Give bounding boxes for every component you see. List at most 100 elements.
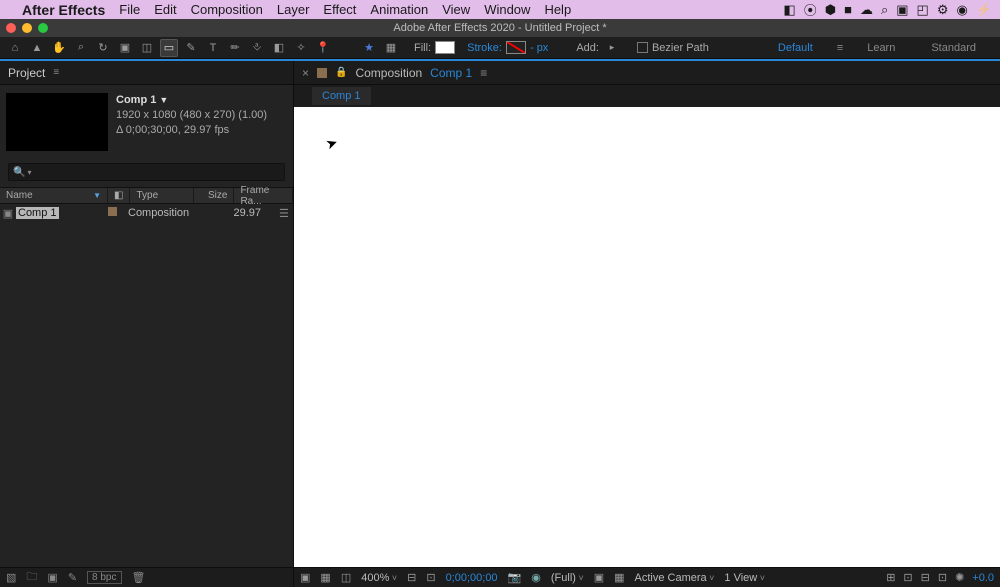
tray-icon[interactable]: ⦿: [804, 0, 817, 19]
resolution-icon[interactable]: ⊟: [407, 571, 416, 584]
stroke-swatch[interactable]: [506, 41, 526, 54]
comp-thumbnail[interactable]: [6, 93, 108, 151]
tray-icon[interactable]: ▣: [896, 2, 908, 18]
bpc-button[interactable]: 8 bpc: [87, 571, 121, 584]
interpret-icon[interactable]: ▧: [6, 571, 16, 584]
camera-tool-icon[interactable]: ▣: [116, 39, 134, 57]
col-framerate[interactable]: Frame Ra...: [234, 188, 293, 203]
comp-flowchart-icon[interactable]: ⊡: [938, 571, 947, 584]
project-row[interactable]: ▣ Comp 1 Composition 29.97 ☰: [0, 204, 293, 222]
workspace-standard[interactable]: Standard: [913, 38, 994, 58]
current-time[interactable]: 0;00;00;00: [446, 572, 498, 584]
stroke-label[interactable]: Stroke:: [467, 42, 502, 54]
roi-icon[interactable]: ⊡: [426, 571, 435, 584]
row-label-swatch[interactable]: [108, 207, 117, 216]
rectangle-tool-icon[interactable]: ▭: [160, 39, 178, 57]
tray-icon[interactable]: ⚙: [937, 2, 949, 18]
menu-animation[interactable]: Animation: [370, 2, 428, 17]
reset-exposure-icon[interactable]: ✺: [955, 571, 964, 584]
menu-effect[interactable]: Effect: [323, 2, 356, 17]
adjust-icon[interactable]: ✎: [68, 571, 77, 584]
menu-edit[interactable]: Edit: [154, 2, 176, 17]
menu-help[interactable]: Help: [544, 2, 571, 17]
eraser-tool-icon[interactable]: ◧: [270, 39, 288, 57]
exposure-value[interactable]: +0.0: [972, 572, 994, 584]
menu-file[interactable]: File: [119, 2, 140, 17]
comp-dropdown-icon[interactable]: ▼: [159, 95, 168, 105]
row-name[interactable]: Comp 1: [16, 207, 59, 219]
always-preview-icon[interactable]: ▣: [300, 571, 310, 584]
breadcrumb-item[interactable]: Comp 1: [312, 87, 371, 105]
col-label[interactable]: ◧: [108, 188, 130, 203]
tray-icon[interactable]: ◉: [956, 2, 967, 18]
lock-icon[interactable]: 🔒: [335, 67, 347, 78]
tray-icon[interactable]: ◰: [917, 2, 929, 18]
tray-icon[interactable]: ☁: [860, 2, 873, 18]
menu-composition[interactable]: Composition: [191, 2, 263, 17]
close-button[interactable]: [6, 23, 16, 33]
selection-tool-icon[interactable]: ▲: [28, 39, 46, 57]
roto-tool-icon[interactable]: ✧: [292, 39, 310, 57]
folder-icon[interactable]: 🗀: [26, 568, 37, 587]
pen-tool-icon[interactable]: ✎: [182, 39, 200, 57]
zoom-dropdown[interactable]: 400%: [361, 572, 397, 584]
project-list[interactable]: ▣ Comp 1 Composition 29.97 ☰: [0, 204, 293, 567]
minimize-button[interactable]: [22, 23, 32, 33]
row-framerate: 29.97: [229, 207, 279, 219]
home-icon[interactable]: ⌂: [6, 39, 24, 57]
snapshot-icon[interactable]: 📷: [508, 571, 522, 584]
menu-layer[interactable]: Layer: [277, 2, 310, 17]
snap-icon[interactable]: ▦: [382, 39, 400, 57]
grid-icon[interactable]: ▦: [614, 571, 624, 584]
menu-window[interactable]: Window: [484, 2, 530, 17]
resolution-dropdown[interactable]: (Full): [551, 572, 584, 584]
project-menu-icon[interactable]: ≡: [53, 67, 59, 78]
tray-icon[interactable]: ■: [844, 2, 852, 17]
col-name[interactable]: Name▼: [0, 188, 108, 203]
workspace-default[interactable]: Default: [760, 38, 831, 58]
clone-tool-icon[interactable]: ⎀: [248, 39, 266, 57]
puppet-tool-icon[interactable]: 📍: [314, 39, 332, 57]
tray-bluetooth-icon[interactable]: ⚡: [976, 2, 992, 18]
camera-dropdown[interactable]: Active Camera: [635, 572, 715, 584]
hand-tool-icon[interactable]: ✋: [50, 39, 68, 57]
star-icon[interactable]: ★: [360, 39, 378, 57]
mask-icon[interactable]: ◫: [341, 571, 351, 584]
tray-icon[interactable]: ⬢: [825, 2, 836, 18]
transparency-grid-icon[interactable]: ▦: [320, 571, 330, 584]
stroke-width[interactable]: - px: [530, 42, 548, 54]
app-name[interactable]: After Effects: [22, 2, 105, 18]
close-tab-icon[interactable]: ×: [302, 66, 309, 80]
type-tool-icon[interactable]: T: [204, 39, 222, 57]
pan-behind-tool-icon[interactable]: ◫: [138, 39, 156, 57]
guides-icon[interactable]: ▣: [594, 571, 604, 584]
tray-icon[interactable]: ◧: [783, 2, 795, 18]
tray-icon[interactable]: ⌕: [881, 2, 888, 18]
window-title: Adobe After Effects 2020 - Untitled Proj…: [393, 22, 606, 34]
zoom-tool-icon[interactable]: ⌕: [72, 39, 90, 57]
col-type[interactable]: Type: [130, 188, 194, 203]
zoom-button[interactable]: [38, 23, 48, 33]
timeline-icon[interactable]: ⊟: [921, 571, 930, 584]
rotation-tool-icon[interactable]: ↻: [94, 39, 112, 57]
viewer-menu-icon[interactable]: ≡: [480, 66, 487, 80]
project-tab[interactable]: Project: [8, 66, 45, 80]
viewer-comp-name[interactable]: Comp 1: [430, 66, 472, 80]
add-dropdown-icon[interactable]: ▸: [603, 39, 621, 57]
pixel-aspect-icon[interactable]: ⊞: [886, 571, 895, 584]
row-menu-icon[interactable]: ☰: [279, 207, 293, 220]
composition-canvas[interactable]: ➤: [294, 107, 1000, 567]
workspace-learn[interactable]: Learn: [849, 38, 913, 58]
views-dropdown[interactable]: 1 View: [724, 572, 765, 584]
fast-preview-icon[interactable]: ⊡: [903, 571, 912, 584]
workspace-menu-icon[interactable]: ≡: [831, 38, 849, 58]
trash-icon[interactable]: 🗑: [132, 571, 146, 584]
col-size[interactable]: Size: [194, 188, 234, 203]
new-comp-icon[interactable]: ▣: [47, 571, 57, 584]
channel-icon[interactable]: ◉: [531, 571, 541, 584]
fill-swatch[interactable]: [435, 41, 455, 54]
brush-tool-icon[interactable]: ✏: [226, 39, 244, 57]
bezier-checkbox[interactable]: [637, 42, 648, 53]
project-search[interactable]: 🔍▾: [8, 163, 285, 181]
menu-view[interactable]: View: [442, 2, 470, 17]
